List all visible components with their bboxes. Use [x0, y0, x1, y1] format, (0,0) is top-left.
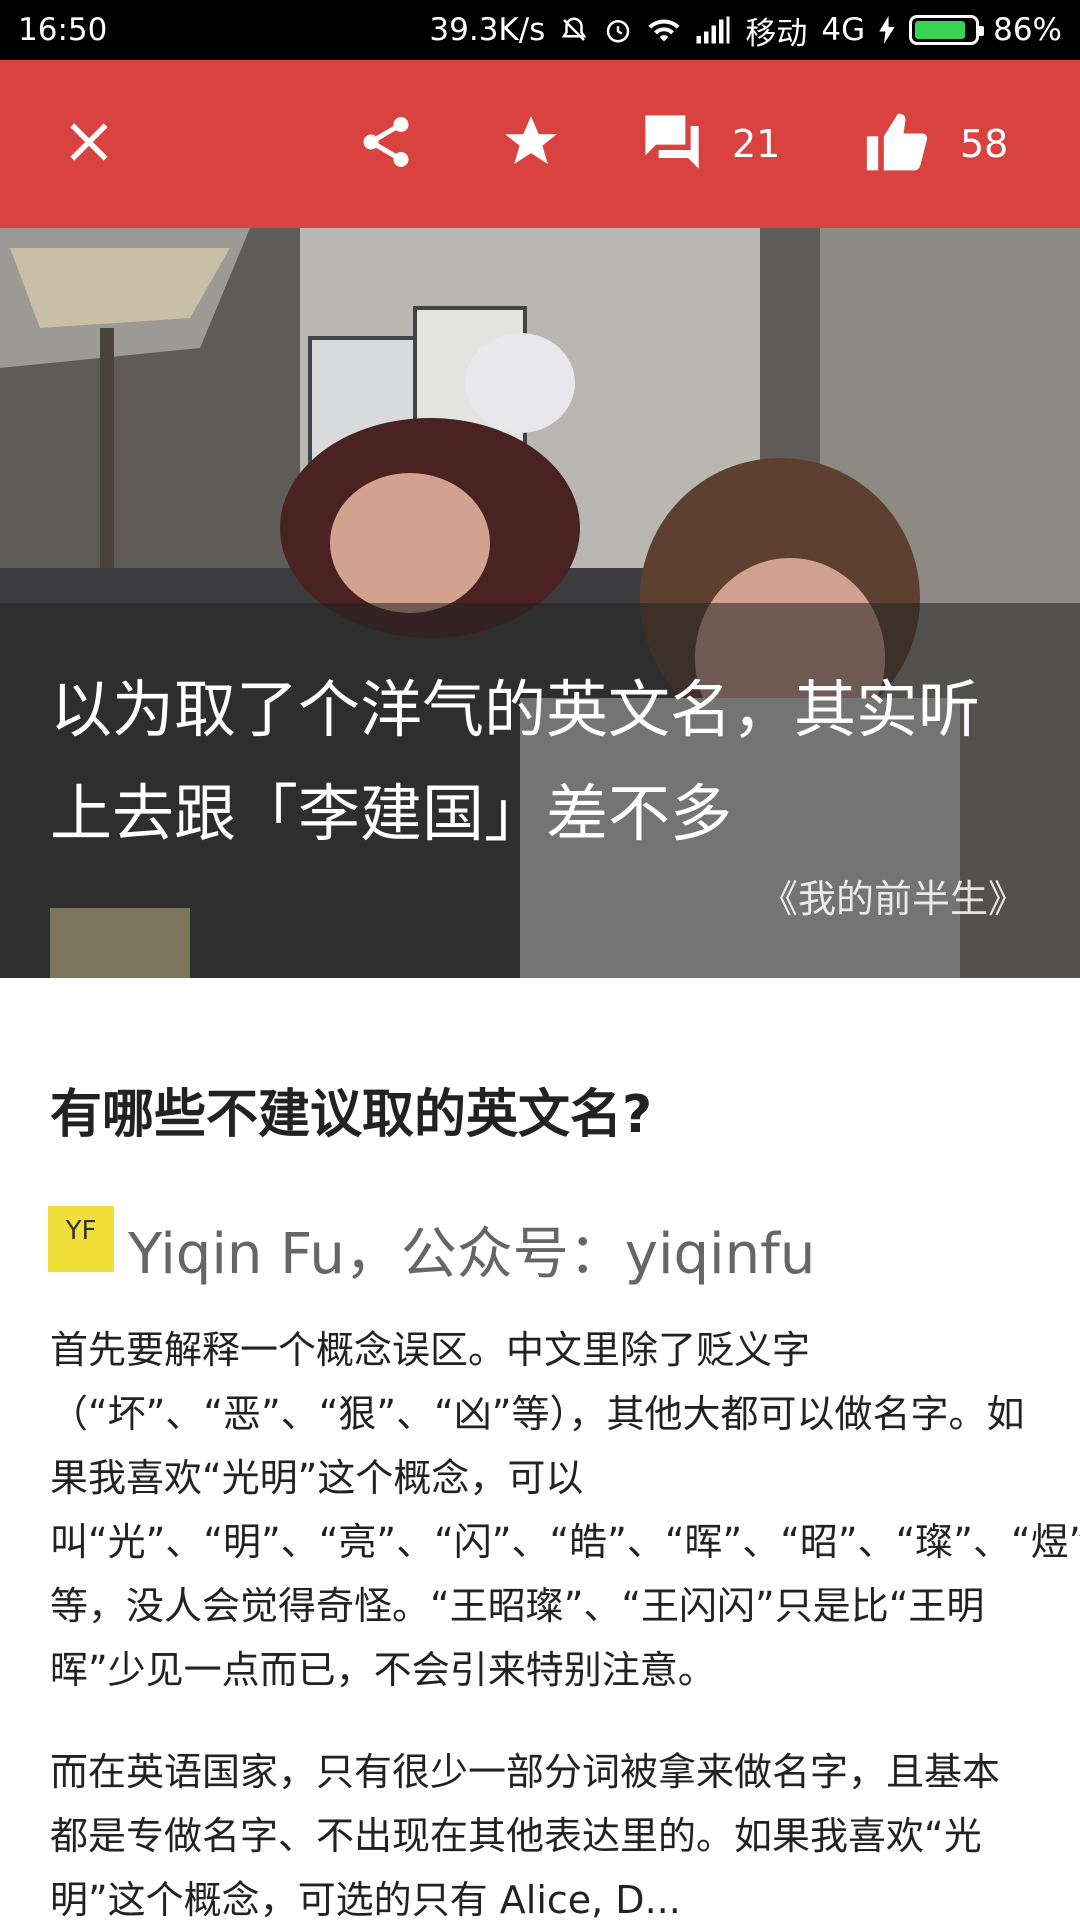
author-avatar[interactable]: YF	[48, 1205, 114, 1272]
hero-title: 以为取了个洋气的英文名，其实听上去跟「李建国」差不多	[50, 673, 981, 850]
like-button[interactable]: 58	[864, 60, 1008, 228]
comments-button[interactable]: 21	[640, 60, 780, 228]
author-name[interactable]: Yiqin Fu，公众号：yiqinfu	[128, 1209, 815, 1290]
hero-image: 以为取了个洋气的英文名，其实听上去跟「李建国」差不多 《我的前半生》	[0, 228, 1080, 978]
question-title: 有哪些不建议取的英文名?	[50, 1085, 653, 1145]
battery-percent: 86%	[993, 12, 1062, 48]
close-icon	[64, 117, 114, 171]
charging-icon	[879, 16, 895, 44]
like-count: 58	[960, 122, 1009, 166]
status-time: 16:50	[18, 12, 108, 48]
comment-count: 21	[732, 122, 781, 166]
author-row[interactable]: YF Yiqin Fu，公众号：yiqinfu	[48, 1205, 1030, 1290]
net-speed: 39.3K/s	[429, 12, 546, 48]
alarm-icon	[603, 15, 633, 45]
favorite-button[interactable]	[500, 60, 562, 228]
article-toolbar: 21 58	[0, 60, 1080, 228]
share-button[interactable]	[356, 60, 416, 228]
thumbs-up-icon	[864, 108, 932, 180]
share-icon	[356, 112, 416, 176]
article-paragraph: 首先要解释一个概念误区。中文里除了贬义字（“坏”、“恶”、“狠”、“凶”等），其…	[50, 1328, 1080, 1692]
star-icon	[500, 111, 562, 177]
hero-source: 《我的前半生》	[759, 877, 1026, 921]
battery-icon	[909, 15, 985, 45]
comment-icon	[640, 110, 704, 178]
status-bar: 16:50 39.3K/s 移动 4G 86%	[0, 0, 1080, 60]
mute-icon	[559, 15, 589, 45]
carrier-label: 移动	[745, 15, 808, 52]
close-button[interactable]	[64, 60, 114, 228]
network-type: 4G	[821, 12, 866, 48]
wifi-icon	[647, 15, 681, 45]
article-body: 有哪些不建议取的英文名? YF Yiqin Fu，公众号：yiqinfu 首先要…	[48, 978, 1080, 1920]
article-paragraph: 而在英语国家，只有很少一部分词被拿来做名字，且基本都是专做名字、不出现在其他表达…	[50, 1750, 1001, 1920]
signal-icon	[695, 16, 731, 44]
